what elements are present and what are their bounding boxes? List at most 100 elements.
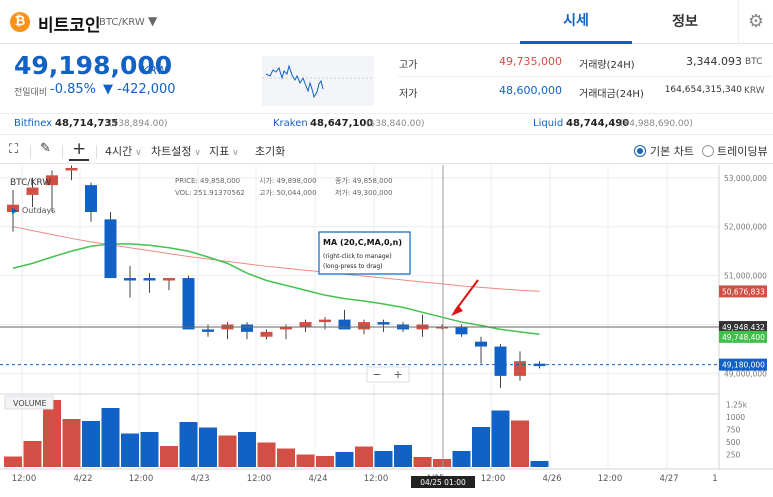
mini-price-chart: [262, 56, 374, 106]
change-percent: -0.85%: [50, 82, 96, 97]
long-ma-line: [12, 226, 540, 292]
volume-bar: [335, 452, 354, 467]
exchange-price: 48,647,100: [310, 118, 374, 129]
chart-settings-label: 차트설정: [151, 145, 192, 158]
basic-chart-label[interactable]: 기본 차트: [650, 143, 694, 159]
chart-toolbar: ⛶ ✎ + 4시간 ∨ 차트설정 ∨ 지표 ∨ 초기화 기본 차트 트레이딩뷰: [0, 139, 773, 164]
cursor-time-label: 04/25 01:00: [420, 478, 466, 487]
fullscreen-icon[interactable]: ⛶: [9, 142, 18, 157]
x-tick-label: 4/24: [308, 474, 327, 484]
exchange-name[interactable]: Liquid: [533, 118, 563, 129]
ma-label-hint: (long-press to drag): [323, 263, 382, 270]
chart-symbol: BTC/KRW: [10, 178, 51, 188]
chevron-down-icon: ∨: [229, 148, 239, 158]
candle-body: [202, 329, 214, 332]
coin-name[interactable]: 비트코인: [38, 11, 101, 36]
basic-chart-radio[interactable]: [634, 145, 646, 157]
volume-bar: [140, 432, 159, 467]
ohlc-close-label: 종가: 49,858,000: [335, 176, 393, 185]
candle-body: [358, 322, 370, 330]
price-tag-label: 49,948,432: [722, 323, 765, 332]
outdays-label: Outdays: [22, 206, 55, 215]
x-tick-label: 4/26: [542, 474, 561, 484]
volume-bar: [511, 420, 529, 467]
chart-settings-menu[interactable]: 차트설정 ∨: [151, 143, 201, 159]
volume-label: VOLUME: [13, 399, 47, 408]
tradingview-label[interactable]: 트레이딩뷰: [717, 143, 768, 159]
exchange-usd: ($38,840.00): [366, 119, 425, 129]
change-amount: ▼ -422,000: [103, 82, 176, 97]
stat-divider: [398, 76, 772, 77]
gear-icon[interactable]: ⚙: [738, 0, 773, 44]
tab-info[interactable]: 정보: [632, 0, 738, 44]
amount-unit: KRW: [744, 86, 765, 96]
candle-body: [338, 319, 351, 330]
zoom-in-button: +: [393, 368, 402, 381]
chart-svg[interactable]: 53,000,00052,000,00051,000,00050,000,000…: [0, 165, 773, 497]
volume-bar: [23, 441, 42, 467]
candle-body: [65, 168, 78, 171]
candle-body: [104, 219, 117, 279]
pencil-icon[interactable]: ✎: [40, 141, 51, 156]
candle-body: [85, 185, 97, 213]
y-tick-label: 53,000,000: [724, 174, 767, 183]
volume-bar: [4, 456, 22, 467]
price-panel: 49,198,000 KRW 전일대비 -0.85% ▼ -422,000 고가…: [0, 45, 773, 113]
x-tick-label: 12:00: [129, 474, 154, 484]
low-label: 저가: [399, 89, 418, 100]
volume-tick-label: 1000: [726, 413, 745, 422]
volume-bar: [179, 422, 198, 467]
interval-select[interactable]: 4시간 ∨: [105, 143, 142, 159]
candle-body: [143, 278, 156, 281]
volume-bar: [199, 427, 217, 467]
candle-body: [494, 346, 507, 376]
volume-bar: [43, 400, 61, 467]
volume-bar: [433, 459, 451, 467]
ohlc-vol-label: VOL: 251.91370562: [175, 189, 245, 197]
x-tick-label: 4/27: [659, 474, 678, 484]
exchange-name[interactable]: Kraken: [273, 118, 308, 129]
volume-tick-label: 750: [726, 426, 741, 435]
candle-body: [514, 361, 526, 376]
volume-bar: [413, 457, 432, 467]
price-unit: KRW: [142, 64, 168, 77]
price-tag-label: 50,676,833: [722, 287, 765, 296]
tradingview-radio[interactable]: [702, 145, 714, 157]
volume-tick-label: 1.25k: [726, 401, 748, 410]
ohlc-low-label: 저가: 49,300,000: [335, 188, 393, 197]
candle-body: [319, 319, 331, 323]
ma-label-hint: (right-click to manage): [323, 253, 392, 260]
coin-pair[interactable]: BTC/KRW: [99, 17, 145, 28]
volume-bar: [452, 451, 471, 467]
arrow-head: [451, 305, 463, 316]
caret-down-icon[interactable]: ▼: [148, 14, 157, 28]
reset-button[interactable]: 초기화: [255, 143, 285, 159]
candle-body: [26, 187, 39, 195]
ma-label-title: MA (20,C,MA,0,n): [323, 238, 402, 247]
candle-body: [475, 341, 487, 347]
x-tick-label: 12:00: [481, 474, 506, 484]
chevron-down-icon: ∨: [191, 148, 201, 158]
volume-tick-label: 250: [726, 451, 741, 460]
volume-bar: [472, 427, 490, 467]
interval-label: 4시간: [105, 145, 133, 158]
play-icon: ▶: [12, 206, 19, 215]
crosshair-icon[interactable]: +: [69, 139, 90, 161]
x-tick-label: 4/22: [73, 474, 92, 484]
exchange-name[interactable]: Bitfinex: [14, 118, 52, 129]
volume-bar: [277, 448, 295, 467]
indicators-menu[interactable]: 지표 ∨: [209, 143, 239, 159]
price-chart[interactable]: 53,000,00052,000,00051,000,00050,000,000…: [0, 165, 773, 497]
tab-price[interactable]: 시세: [520, 0, 632, 44]
x-tick-label: 12:00: [364, 474, 389, 484]
volume-bar: [62, 419, 81, 467]
high-label: 고가: [399, 60, 418, 71]
volume-bar: [101, 408, 120, 467]
mini-chart-svg: [262, 64, 374, 99]
ohlc-price-label: PRICE: 49,858,000: [175, 177, 240, 185]
exchange-comparison-row: Bitfinex 48,714,735 ($38,894.00) Kraken …: [0, 113, 773, 135]
zoom-out-button: −: [372, 368, 381, 381]
volume-bar: [238, 432, 256, 467]
volume-bar: [316, 456, 334, 467]
volume-bar: [160, 446, 178, 467]
